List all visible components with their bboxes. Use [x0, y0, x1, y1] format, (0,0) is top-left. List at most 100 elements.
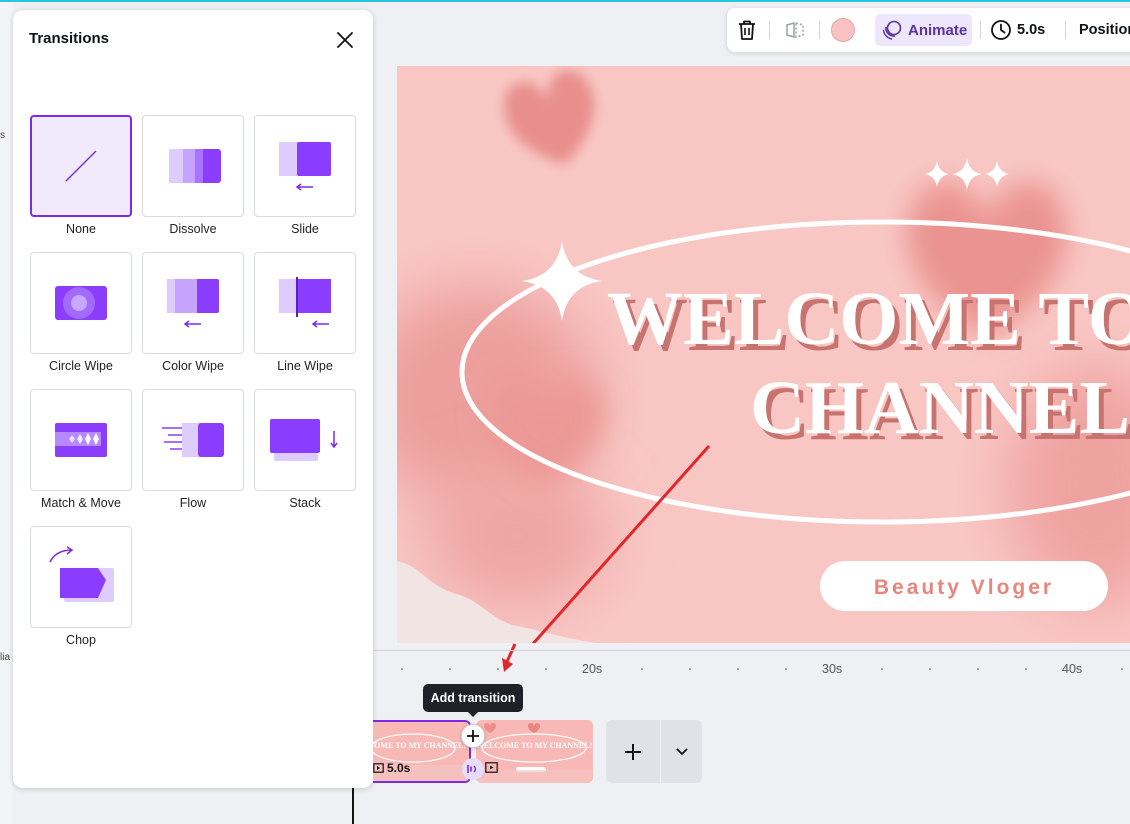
toolbar-divider — [819, 21, 820, 39]
color-button[interactable] — [828, 8, 858, 52]
transition-match-and-move[interactable]: Match & Move — [30, 389, 132, 510]
left-sidebar-strip: s lia — [0, 2, 13, 824]
flow-icon — [162, 423, 224, 457]
duration-button[interactable]: 5.0s — [990, 8, 1050, 52]
transitions-panel: Transitions None Dissolve Slide Circle W… — [13, 10, 373, 788]
circle-wipe-icon — [55, 286, 107, 320]
transition-label: Flow — [179, 496, 207, 510]
close-button[interactable] — [332, 27, 358, 53]
chevron-down-icon — [675, 747, 688, 755]
ruler-tick — [737, 668, 739, 670]
transition-thumbnail — [254, 115, 356, 217]
video-icon — [485, 762, 498, 773]
transition-dissolve[interactable]: Dissolve — [142, 115, 244, 236]
add-page-button[interactable] — [606, 720, 660, 783]
badge-text: Beauty Vloger — [874, 576, 1054, 599]
ruler-tick — [1121, 668, 1123, 670]
dissolve-icon — [169, 149, 221, 183]
clip-duration: 5.0s — [373, 761, 410, 775]
ruler-label: 20s — [582, 662, 603, 676]
trash-icon — [739, 20, 755, 40]
ruler-tick — [881, 668, 883, 670]
transition-thumbnail — [142, 389, 244, 491]
add-transition-tooltip: Add transition — [423, 684, 523, 712]
transition-thumbnail — [254, 252, 356, 354]
transition-label: None — [66, 222, 96, 236]
timeline-clip-1[interactable]: WELCOME TO MY CHANNEL! 5.0s — [373, 720, 471, 783]
flip-button[interactable] — [781, 8, 809, 52]
ruler-tick — [785, 668, 787, 670]
transition-line-wipe[interactable]: Line Wipe — [254, 252, 356, 373]
toolbar-divider — [1065, 21, 1066, 39]
timeline-ruler — [373, 650, 1130, 651]
transition-color-wipe[interactable]: Color Wipe — [142, 252, 244, 373]
stack-icon — [270, 419, 338, 461]
transition-thumbnail — [254, 389, 356, 491]
transition-stack[interactable]: Stack — [254, 389, 356, 510]
chop-icon — [49, 546, 114, 602]
design-artwork: WELCOME TO MY WELCOME TO MY CHANNEL! CHA… — [397, 66, 1130, 643]
timeline-playhead[interactable] — [352, 788, 354, 824]
clip-title: WELCOME TO MY CHANNEL! — [373, 741, 466, 750]
timeline-clip-2[interactable]: WELCOME TO MY CHANNEL! — [476, 720, 593, 783]
transition-label: Stack — [289, 496, 321, 510]
element-toolbar: Animate 5.0s Position — [727, 8, 1130, 52]
audio-indicator[interactable] — [462, 758, 484, 780]
delete-button[interactable] — [733, 8, 761, 52]
transition-label: Match & Move — [41, 496, 121, 510]
transition-thumbnail — [30, 526, 132, 628]
ruler-tick — [449, 668, 451, 670]
ruler-tick — [401, 668, 403, 670]
ruler-tick — [929, 668, 931, 670]
transition-flow[interactable]: Flow — [142, 389, 244, 510]
ruler-tick — [1025, 668, 1027, 670]
ruler-tick — [545, 668, 547, 670]
duration-label: 5.0s — [1017, 22, 1046, 38]
sidebar-text-fragment: lia — [0, 652, 11, 663]
panel-title: Transitions — [29, 30, 110, 47]
match-and-move-icon — [55, 423, 107, 457]
plus-icon — [625, 743, 641, 760]
animate-button[interactable]: Animate — [875, 14, 972, 46]
ruler-label: 30s — [822, 662, 843, 676]
animate-label: Animate — [908, 21, 968, 39]
transition-label: Chop — [66, 633, 96, 647]
animate-icon — [882, 20, 902, 40]
video-icon — [373, 763, 384, 773]
flip-icon — [786, 22, 804, 38]
transition-circle-wipe[interactable]: Circle Wipe — [30, 252, 132, 373]
color-swatch — [831, 18, 855, 42]
transition-thumbnail — [30, 389, 132, 491]
transition-thumbnail — [142, 252, 244, 354]
transition-label: Slide — [291, 222, 319, 236]
clip-title: WELCOME TO MY CHANNEL! — [476, 741, 592, 750]
clip-video-indicator — [485, 760, 498, 778]
transition-chop[interactable]: Chop — [30, 526, 132, 647]
transition-label: Dissolve — [169, 222, 217, 236]
tooltip-tail — [467, 711, 479, 717]
ruler-tick — [497, 668, 499, 670]
transition-none[interactable]: None — [30, 115, 132, 236]
none-icon — [65, 150, 97, 182]
transition-grid: None Dissolve Slide Circle Wipe Color Wi… — [30, 115, 360, 647]
clip-duration-label: 5.0s — [387, 761, 411, 775]
color-wipe-icon — [167, 279, 219, 328]
ruler-tick — [977, 668, 979, 670]
transition-label: Color Wipe — [162, 359, 224, 373]
headline-line-2: CHANNEL! — [750, 366, 1130, 450]
add-page-menu-button[interactable] — [661, 720, 702, 783]
transition-label: Circle Wipe — [49, 359, 113, 373]
ruler-tick — [641, 668, 643, 670]
line-wipe-icon — [279, 277, 331, 328]
headline-line-1: WELCOME TO MY — [607, 277, 1130, 361]
add-transition-button[interactable] — [461, 724, 485, 748]
position-button[interactable]: Position — [1079, 8, 1130, 52]
sidebar-text-fragment: s — [0, 130, 5, 141]
close-icon — [337, 32, 353, 48]
plus-icon — [467, 730, 479, 742]
transition-slide[interactable]: Slide — [254, 115, 356, 236]
design-canvas[interactable]: WELCOME TO MY WELCOME TO MY CHANNEL! CHA… — [397, 66, 1130, 643]
clock-icon — [991, 20, 1011, 40]
slide-icon — [279, 142, 331, 191]
ruler-tick — [689, 668, 691, 670]
